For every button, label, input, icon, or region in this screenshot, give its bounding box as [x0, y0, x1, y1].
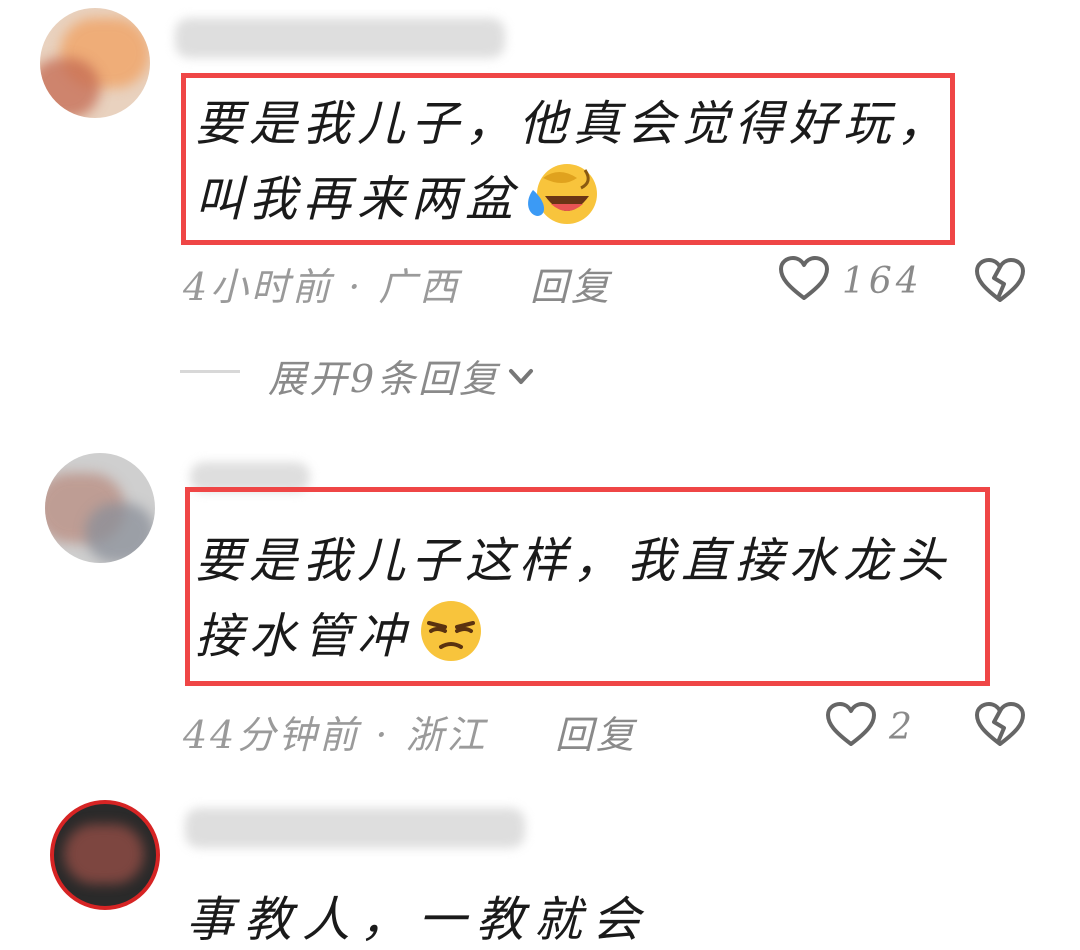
avatar[interactable]: [50, 800, 160, 910]
like-button[interactable]: 2: [825, 702, 916, 752]
comment-text: 要是我儿子这样，我直接水龙头 接水管冲: [195, 525, 951, 683]
comment-text-line: 要是我儿子这样，我直接水龙头: [195, 533, 952, 589]
laughing-crying-emoji-icon: [523, 160, 601, 246]
broken-heart-icon: [974, 258, 1026, 308]
dislike-button[interactable]: [974, 702, 1026, 752]
heart-icon: [825, 702, 877, 752]
comment-text: 事教人，一教就会: [186, 892, 651, 948]
unamused-emoji-icon: [415, 597, 487, 683]
comment-text-line: 要是我儿子，他真会觉得好玩，: [195, 96, 952, 152]
reply-button[interactable]: 回复: [555, 704, 637, 759]
comment-meta: 4小时前 · 广西: [183, 265, 461, 309]
username-blurred[interactable]: [175, 18, 505, 58]
comment-text-line: 叫我再来两盆: [195, 160, 951, 246]
chevron-down-icon: [506, 354, 536, 398]
expand-replies-button[interactable]: 展开9条回复: [268, 348, 536, 403]
comment-text-line: 接水管冲: [195, 597, 951, 683]
comment-text: 要是我儿子，他真会觉得好玩， 叫我再来两盆: [195, 88, 951, 246]
broken-heart-icon: [974, 702, 1026, 752]
avatar[interactable]: [45, 453, 155, 563]
username-blurred[interactable]: [185, 808, 525, 848]
like-count: 164: [842, 260, 923, 302]
dislike-button[interactable]: [974, 258, 1026, 308]
like-count: 2: [889, 706, 916, 748]
reply-button[interactable]: 回复: [530, 256, 612, 311]
heart-icon: [778, 256, 830, 306]
expand-replies-label: 展开9条回复: [268, 357, 501, 401]
like-button[interactable]: 164: [778, 256, 923, 306]
comment-meta: 44分钟前 · 浙江: [183, 713, 488, 757]
divider: [180, 370, 240, 373]
avatar[interactable]: [40, 8, 150, 118]
